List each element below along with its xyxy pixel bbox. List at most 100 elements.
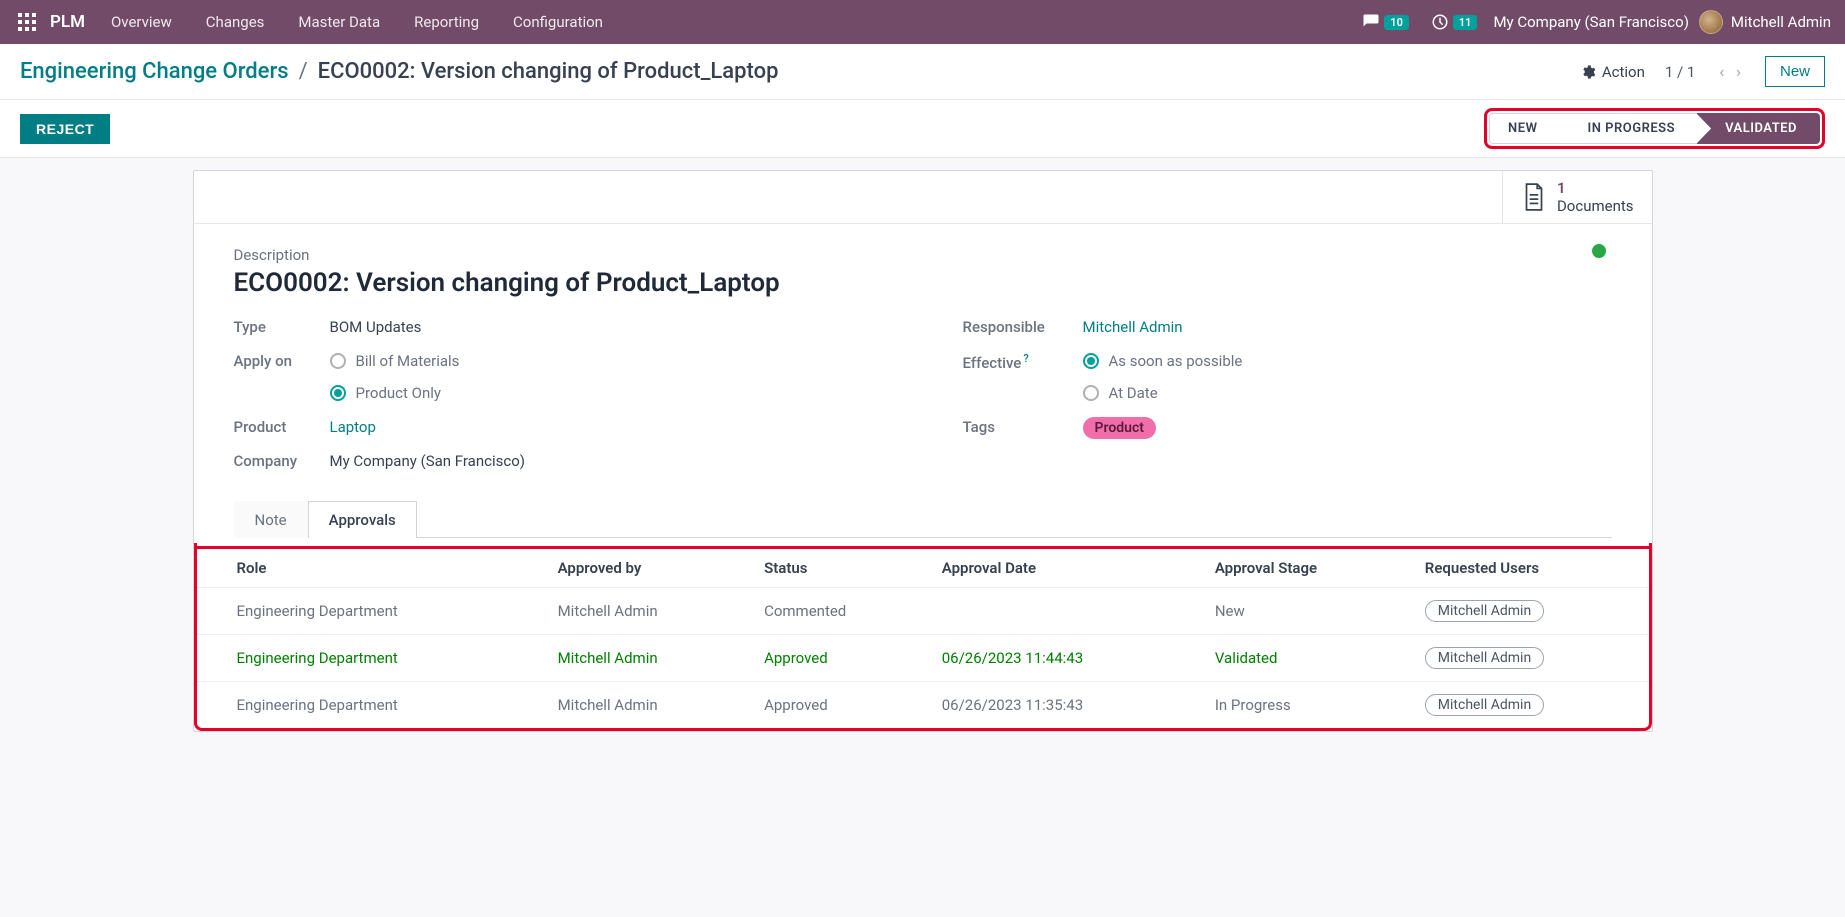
activities-badge: 11 bbox=[1453, 15, 1478, 30]
apply-product-label: Product Only bbox=[356, 384, 442, 402]
status-in-progress[interactable]: IN PROGRESS bbox=[1560, 113, 1698, 144]
cell-status: Approved bbox=[750, 635, 928, 682]
new-button[interactable]: New bbox=[1765, 56, 1825, 87]
cell-by: Mitchell Admin bbox=[544, 682, 751, 729]
cell-stage: New bbox=[1201, 588, 1411, 635]
messages-badge: 10 bbox=[1384, 15, 1409, 30]
app-brand[interactable]: PLM bbox=[46, 12, 97, 32]
apps-icon[interactable] bbox=[8, 13, 46, 31]
col-approved-by[interactable]: Approved by bbox=[544, 548, 751, 588]
statusbar: NEW IN PROGRESS VALIDATED bbox=[1489, 113, 1820, 144]
description-label: Description bbox=[234, 246, 1612, 264]
avatar-icon bbox=[1699, 10, 1723, 34]
form-sheet: 1 Documents Description ECO0002: Version… bbox=[193, 170, 1653, 732]
effective-label: Effective? bbox=[963, 352, 1083, 372]
tag-product[interactable]: Product bbox=[1083, 417, 1156, 439]
effective-asap-label: As soon as possible bbox=[1109, 352, 1243, 370]
user-menu[interactable]: Mitchell Admin bbox=[1699, 10, 1837, 34]
cell-by: Mitchell Admin bbox=[544, 588, 751, 635]
cell-stage: In Progress bbox=[1201, 682, 1411, 729]
menu-master-data[interactable]: Master Data bbox=[284, 3, 394, 41]
apply-product-radio[interactable]: Product Only bbox=[330, 384, 460, 402]
type-label: Type bbox=[234, 318, 330, 336]
pager-next-icon[interactable]: › bbox=[1732, 60, 1745, 83]
button-bar: REJECT NEW IN PROGRESS VALIDATED bbox=[0, 100, 1845, 158]
pager-counter[interactable]: 1 / 1 bbox=[1665, 63, 1696, 81]
pager-prev-icon[interactable]: ‹ bbox=[1715, 60, 1728, 83]
gear-icon bbox=[1580, 64, 1596, 80]
responsible-label: Responsible bbox=[963, 318, 1083, 336]
documents-label: Documents bbox=[1557, 197, 1634, 215]
company-label: Company bbox=[234, 452, 330, 470]
breadcrumb: Engineering Change Orders / ECO0002: Ver… bbox=[20, 59, 778, 84]
breadcrumb-current: ECO0002: Version changing of Product_Lap… bbox=[318, 59, 779, 84]
table-row[interactable]: Engineering Department Mitchell Admin Ap… bbox=[197, 682, 1649, 729]
status-validated[interactable]: VALIDATED bbox=[1697, 113, 1820, 144]
product-label: Product bbox=[234, 418, 330, 436]
pager-arrows: ‹ › bbox=[1715, 60, 1745, 83]
col-approval-date[interactable]: Approval Date bbox=[928, 548, 1201, 588]
approvals-table-highlight: Role Approved by Status Approval Date Ap… bbox=[194, 543, 1652, 731]
user-chip[interactable]: Mitchell Admin bbox=[1425, 600, 1544, 622]
col-status[interactable]: Status bbox=[750, 548, 928, 588]
company-value[interactable]: My Company (San Francisco) bbox=[330, 452, 525, 470]
user-chip[interactable]: Mitchell Admin bbox=[1425, 694, 1544, 716]
action-dropdown[interactable]: Action bbox=[1580, 63, 1645, 81]
user-chip[interactable]: Mitchell Admin bbox=[1425, 647, 1544, 669]
cell-date: 06/26/2023 11:44:43 bbox=[928, 635, 1201, 682]
document-icon bbox=[1521, 182, 1547, 212]
radio-icon bbox=[1083, 385, 1099, 401]
menu-configuration[interactable]: Configuration bbox=[499, 3, 617, 41]
col-approval-stage[interactable]: Approval Stage bbox=[1201, 548, 1411, 588]
responsible-value[interactable]: Mitchell Admin bbox=[1083, 318, 1183, 336]
cell-by: Mitchell Admin bbox=[544, 635, 751, 682]
tab-approvals[interactable]: Approvals bbox=[308, 501, 417, 538]
company-selector[interactable]: My Company (San Francisco) bbox=[1493, 13, 1688, 31]
top-nav: PLM Overview Changes Master Data Reporti… bbox=[0, 0, 1845, 44]
status-new[interactable]: NEW bbox=[1489, 113, 1559, 144]
effective-at-date-radio[interactable]: At Date bbox=[1083, 384, 1243, 402]
breadcrumb-sep: / bbox=[299, 59, 308, 84]
cell-role: Engineering Department bbox=[197, 635, 544, 682]
documents-stat-button[interactable]: 1 Documents bbox=[1502, 171, 1652, 223]
messages-button[interactable]: 10 bbox=[1356, 13, 1415, 31]
apply-bom-radio[interactable]: Bill of Materials bbox=[330, 352, 460, 370]
menu-changes[interactable]: Changes bbox=[192, 3, 279, 41]
col-requested-users[interactable]: Requested Users bbox=[1411, 548, 1649, 588]
col-role[interactable]: Role bbox=[197, 548, 544, 588]
main-menu: Overview Changes Master Data Reporting C… bbox=[97, 3, 617, 41]
apply-on-label: Apply on bbox=[234, 352, 330, 370]
action-label: Action bbox=[1602, 63, 1645, 81]
tags-label: Tags bbox=[963, 418, 1083, 436]
tab-note[interactable]: Note bbox=[234, 501, 308, 538]
product-value[interactable]: Laptop bbox=[330, 418, 376, 436]
table-row[interactable]: Engineering Department Mitchell Admin Co… bbox=[197, 588, 1649, 635]
table-row[interactable]: Engineering Department Mitchell Admin Ap… bbox=[197, 635, 1649, 682]
approvals-table: Role Approved by Status Approval Date Ap… bbox=[197, 546, 1649, 728]
cell-status: Approved bbox=[750, 682, 928, 729]
menu-overview[interactable]: Overview bbox=[97, 3, 186, 41]
menu-reporting[interactable]: Reporting bbox=[400, 3, 493, 41]
cell-date: 06/26/2023 11:35:43 bbox=[928, 682, 1201, 729]
user-name: Mitchell Admin bbox=[1731, 13, 1831, 31]
cell-role: Engineering Department bbox=[197, 682, 544, 729]
type-value[interactable]: BOM Updates bbox=[330, 318, 422, 336]
cell-stage: Validated bbox=[1201, 635, 1411, 682]
cell-role: Engineering Department bbox=[197, 588, 544, 635]
effective-asap-radio[interactable]: As soon as possible bbox=[1083, 352, 1243, 370]
breadcrumb-root[interactable]: Engineering Change Orders bbox=[20, 59, 289, 84]
active-indicator-icon[interactable] bbox=[1592, 244, 1606, 258]
activities-button[interactable]: 11 bbox=[1425, 13, 1484, 31]
radio-checked-icon bbox=[1083, 353, 1099, 369]
help-icon[interactable]: ? bbox=[1023, 352, 1028, 365]
effective-at-date-label: At Date bbox=[1109, 384, 1158, 402]
control-bar: Engineering Change Orders / ECO0002: Ver… bbox=[0, 44, 1845, 100]
reject-button[interactable]: REJECT bbox=[20, 114, 110, 144]
tags-field[interactable]: Product bbox=[1083, 418, 1156, 436]
record-title[interactable]: ECO0002: Version changing of Product_Lap… bbox=[234, 268, 1612, 298]
cell-date bbox=[928, 588, 1201, 635]
radio-icon bbox=[330, 353, 346, 369]
stat-buttons: 1 Documents bbox=[194, 171, 1652, 224]
notebook-tabs: Note Approvals bbox=[234, 500, 1612, 538]
apply-bom-label: Bill of Materials bbox=[356, 352, 460, 370]
